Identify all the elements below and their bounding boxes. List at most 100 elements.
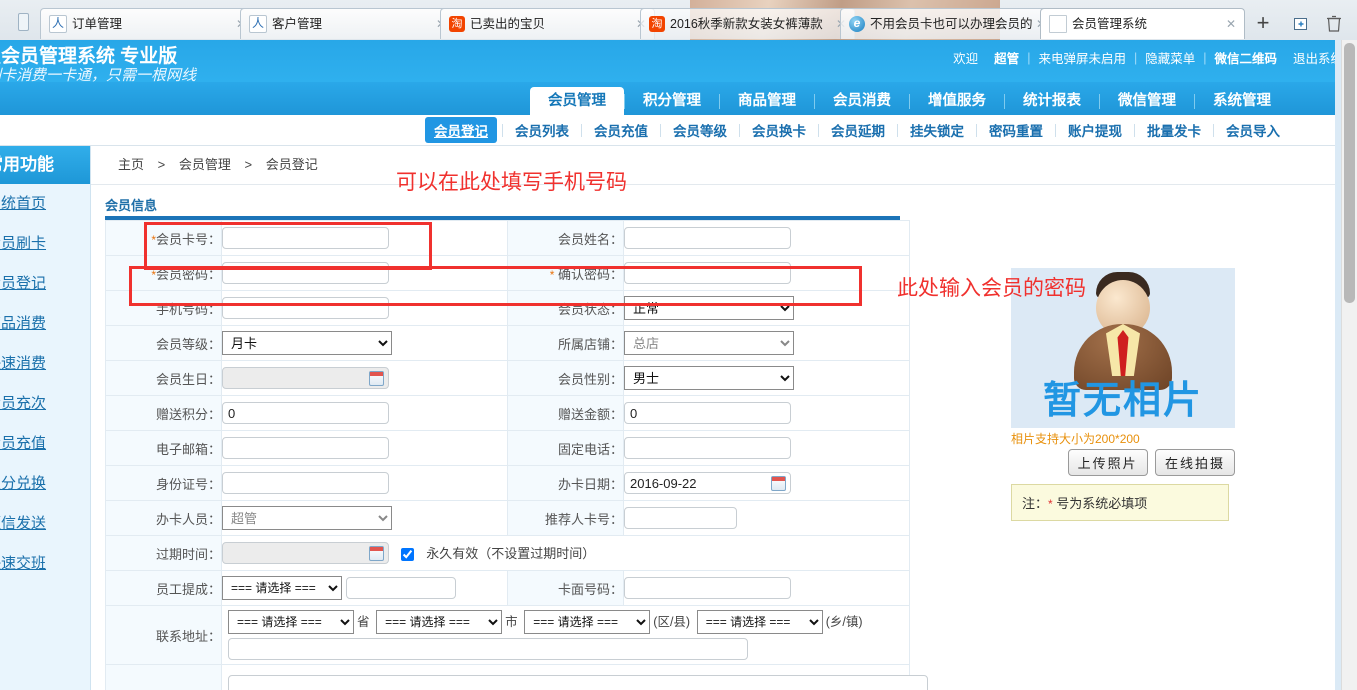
town-unit: (乡/镇)	[825, 615, 863, 629]
province-select[interactable]: === 请选择 ===	[228, 610, 354, 634]
mobile-input[interactable]	[222, 297, 389, 319]
subnav-item-member-level[interactable]: 会员等级	[661, 120, 739, 140]
email-input[interactable]	[222, 437, 389, 459]
required-marker: *	[549, 267, 555, 282]
birthday-datepicker[interactable]	[222, 367, 389, 389]
nav-item-system-management[interactable]: 系统管理	[1195, 88, 1289, 115]
trash-icon[interactable]	[1320, 8, 1348, 38]
browser-tab-3[interactable]: 2016秋季新款女装女裤薄款 ✕	[640, 8, 855, 39]
nav-item-member-consumption[interactable]: 会员消费	[815, 88, 909, 115]
referrer-card-input[interactable]	[624, 507, 737, 529]
photo-buttons: 上传照片 在线拍摄	[1011, 449, 1235, 476]
subnav-item-member-registration[interactable]: 会员登记	[425, 117, 497, 143]
subnav-item-batch-issue[interactable]: 批量发卡	[1135, 120, 1213, 140]
level-select[interactable]: 月卡	[222, 331, 392, 355]
nav-item-statistics[interactable]: 统计报表	[1005, 88, 1099, 115]
password-input[interactable]	[222, 262, 389, 284]
sidebar-item-member-times-recharge[interactable]: 会员充次	[0, 384, 90, 424]
card-date-datepicker[interactable]	[624, 472, 791, 494]
card-face-no-input[interactable]	[624, 577, 791, 599]
member-name-input[interactable]	[624, 227, 791, 249]
commission-select[interactable]: === 请选择 ===	[222, 576, 342, 600]
expiry-datepicker[interactable]	[222, 542, 389, 564]
subnav-item-member-list[interactable]: 会员列表	[503, 120, 581, 140]
popup-status-link[interactable]: 来电弹屏未启用	[1030, 48, 1134, 67]
browser-tab-1[interactable]: 客户管理 ✕	[240, 8, 455, 39]
sidebar-item-member-recharge[interactable]: 会员充值	[0, 424, 90, 464]
label-card-date: 办卡日期：	[507, 465, 624, 501]
cell-level: 月卡	[221, 325, 508, 361]
close-icon[interactable]: ✕	[1224, 17, 1238, 31]
calendar-icon[interactable]	[369, 546, 384, 561]
browser-tab-5-active[interactable]: 会员管理系统 ✕	[1040, 8, 1245, 39]
breadcrumb-home[interactable]: 主页	[118, 157, 144, 172]
cell-status: 正常	[623, 290, 910, 326]
hide-menu-link[interactable]: 隐藏菜单	[1137, 48, 1203, 67]
nav-item-member-management[interactable]: 会员管理	[530, 87, 624, 115]
cell-gift-amount	[623, 395, 910, 431]
sidebar-item-member-registration[interactable]: 会员登记	[0, 264, 90, 304]
scrollbar-thumb[interactable]	[1344, 43, 1355, 303]
city-select[interactable]: === 请选择 ===	[376, 610, 503, 634]
store-select[interactable]: 总店	[624, 331, 794, 355]
confirm-password-input[interactable]	[624, 262, 791, 284]
expiry-input[interactable]	[222, 542, 389, 564]
browser-tab-4[interactable]: 不用会员卡也可以办理会员的 ✕	[840, 8, 1055, 39]
subnav-item-password-reset[interactable]: 密码重置	[977, 120, 1055, 140]
new-tab-button[interactable]: +	[1248, 8, 1278, 38]
subnav-item-account-withdraw[interactable]: 账户提现	[1056, 120, 1134, 140]
cell-birthday	[221, 360, 508, 396]
cell-member-name	[623, 220, 910, 256]
subnav-item-card-change[interactable]: 会员换卡	[740, 120, 818, 140]
upload-photo-button[interactable]: 上传照片	[1067, 449, 1148, 476]
operator-select[interactable]: 超管	[222, 506, 392, 530]
label-card-no: *会员卡号：	[105, 220, 222, 256]
nav-item-product-management[interactable]: 商品管理	[720, 88, 814, 115]
sidebar-item-points-exchange[interactable]: 积分兑换	[0, 464, 90, 504]
subnav-item-member-recharge[interactable]: 会员充值	[582, 120, 660, 140]
permanent-valid-checkbox[interactable]	[400, 547, 414, 561]
address-extra-input[interactable]	[228, 675, 928, 690]
sidebar-item-quick-consumption[interactable]: 快速消费	[0, 344, 90, 384]
town-select[interactable]: === 请选择 ===	[696, 610, 823, 634]
gift-amount-input[interactable]	[624, 402, 791, 424]
restore-tab-icon[interactable]	[1287, 8, 1315, 38]
sidebar-item-member-swipe[interactable]: 会员刷卡	[0, 224, 90, 264]
district-select[interactable]: === 请选择 ===	[524, 610, 651, 634]
field-label: 电子邮箱：	[155, 441, 221, 457]
tab-title: 订单管理	[72, 16, 123, 31]
nav-item-points-management[interactable]: 积分管理	[625, 88, 719, 115]
sidebar-item-product-consumption[interactable]: 商品消费	[0, 304, 90, 344]
calendar-icon[interactable]	[369, 371, 384, 386]
calendar-icon[interactable]	[771, 476, 786, 491]
commission-amount-input[interactable]	[345, 576, 456, 599]
birthday-input[interactable]	[222, 367, 389, 389]
nav-item-value-added-services[interactable]: 增值服务	[910, 88, 1004, 115]
breadcrumb-current: 会员登记	[265, 157, 318, 172]
browser-tab-0[interactable]: 订单管理 ✕	[40, 8, 255, 39]
telephone-input[interactable]	[624, 437, 791, 459]
gift-points-input[interactable]	[222, 402, 389, 424]
sidebar-item-sms-send[interactable]: 短信发送	[0, 504, 90, 544]
cell-id-card	[221, 465, 508, 501]
wechat-qr-link[interactable]: 微信二维码	[1206, 48, 1285, 67]
vertical-scrollbar[interactable]	[1341, 40, 1357, 690]
status-select[interactable]: 正常	[624, 296, 794, 320]
gender-select[interactable]: 男士	[624, 366, 794, 390]
card-no-input[interactable]	[222, 227, 389, 249]
subnav-item-member-extension[interactable]: 会员延期	[819, 120, 897, 140]
id-card-input[interactable]	[222, 472, 389, 494]
browser-tab-2[interactable]: 已卖出的宝贝 ✕	[440, 8, 655, 39]
address-detail-input[interactable]	[228, 638, 748, 660]
nav-item-wechat-management[interactable]: 微信管理	[1100, 88, 1194, 115]
label-card-face-no: 卡面号码：	[507, 570, 624, 606]
sidebar-item-quick-shift-change[interactable]: 快速交班	[0, 544, 90, 584]
card-date-input[interactable]	[624, 472, 791, 494]
subnav-item-member-import[interactable]: 会员导入	[1214, 120, 1292, 140]
field-label: 手机号码：	[155, 301, 221, 317]
subnav-item-lost-lock[interactable]: 挂失锁定	[898, 120, 976, 140]
breadcrumb-section[interactable]: 会员管理	[179, 157, 231, 172]
sidebar-item-system-home[interactable]: 系统首页	[0, 184, 90, 224]
label-commission: 员工提成：	[105, 570, 222, 606]
online-capture-button[interactable]: 在线拍摄	[1154, 449, 1235, 476]
